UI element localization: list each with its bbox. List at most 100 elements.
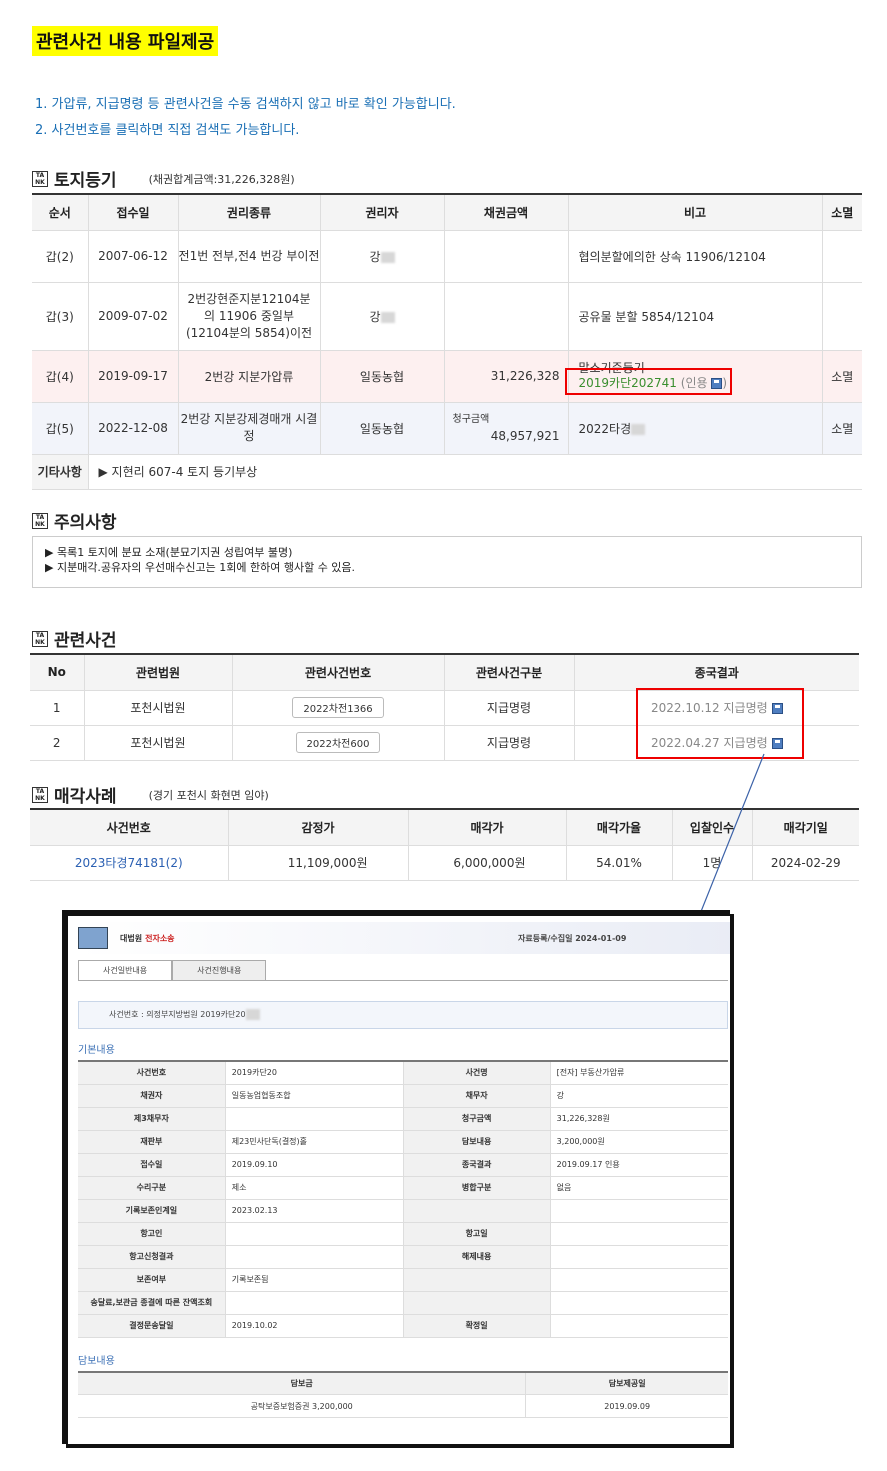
tank-logo-icon: TA NK	[32, 630, 48, 647]
field-value: 강	[550, 1084, 728, 1108]
cell-no: 갑(5)	[32, 402, 89, 455]
cell-kind: 2번강 지분가압류	[178, 350, 321, 403]
field-value: 일동농업협동조합	[225, 1084, 404, 1108]
table-row: 수리구분 제소 병합구분 없음	[78, 1176, 728, 1200]
sale-case-link[interactable]: 2023타경74181(2)	[30, 845, 229, 881]
table-row: 항고신청결과 해제내용	[78, 1245, 728, 1269]
col-header: 담보금	[78, 1371, 527, 1395]
field-label: 수리구분	[78, 1176, 226, 1200]
field-value	[550, 1222, 728, 1246]
note-text: 2022타경	[578, 421, 632, 436]
cell-price: 6,000,000원	[408, 845, 567, 881]
cell-amount	[444, 282, 569, 351]
kind-text: 전1번 전부,전4 번강 부이전	[178, 248, 320, 263]
table-row: 결정문송달일 2019.10.02 확정일	[78, 1314, 728, 1338]
cell-date: 2009-07-02	[88, 282, 179, 351]
cell-holder: 일동농협	[320, 402, 445, 455]
field-value: 2023.02.13	[225, 1199, 404, 1223]
table-row: 제3채무자 청구금액 31,226,328원	[78, 1107, 728, 1131]
field-value: 기록보존됨	[225, 1268, 404, 1292]
field-value	[550, 1245, 728, 1269]
tab-general[interactable]: 사건일반내용	[78, 960, 173, 980]
court-tabs: 사건일반내용 사건진행내용	[78, 960, 728, 981]
col-header: 감정가	[228, 809, 409, 846]
col-header: 순서	[32, 194, 89, 231]
cell-note: 공유물 분할 5854/12104	[568, 282, 823, 351]
land-registry-table: 순서 접수일 권리종류 권리자 채권금액 비고 소멸 갑(2) 2007-06-…	[32, 193, 862, 490]
redacted-mark	[380, 311, 395, 323]
tab-progress[interactable]: 사건진행내용	[172, 960, 267, 980]
highlight-box	[565, 368, 732, 395]
case-number-button[interactable]: 2022차전1366	[292, 697, 384, 718]
field-label: 기록보존인계일	[78, 1199, 226, 1223]
col-header: 비고	[568, 194, 823, 231]
cell-amount: 31,226,328	[444, 350, 569, 403]
etc-value: ▶ 지현리 607-4 토지 등기부상	[88, 454, 862, 490]
col-header: 매각가율	[566, 809, 673, 846]
cell-no: 갑(2)	[32, 230, 89, 283]
holder-text: 강	[369, 309, 381, 324]
col-header: 관련법원	[84, 654, 233, 691]
redacted-mark	[245, 1009, 260, 1020]
field-label: 종국결과	[403, 1153, 551, 1177]
cell-court: 포천시법원	[84, 725, 233, 761]
field-label: 해제내용	[403, 1245, 551, 1269]
col-header: 매각가	[408, 809, 567, 846]
field-value	[550, 1268, 728, 1292]
field-label: 사건번호	[78, 1061, 226, 1085]
col-header: 권리자	[320, 194, 445, 231]
table-row: 재판부 제23민사단독(결정)홀 담보내용 3,200,000원	[78, 1130, 728, 1154]
case-line: 사건번호 : 의정부지방법원 2019카단20	[78, 1001, 728, 1029]
land-subtotal: (채권합계금액:31,226,328원)	[148, 172, 295, 186]
field-label: 재판부	[78, 1130, 226, 1154]
field-label: 항고일	[403, 1222, 551, 1246]
table-row: 보존여부 기록보존됨	[78, 1268, 728, 1292]
field-label	[403, 1268, 551, 1292]
field-value: 2019.09.17 인용	[550, 1153, 728, 1177]
cell-no: 1	[30, 690, 85, 726]
amount-value: 48,957,921	[490, 429, 560, 443]
case-number-button[interactable]: 2022차전600	[295, 732, 381, 753]
col-header: 접수일	[88, 194, 179, 231]
cell-no: 2	[30, 725, 85, 761]
field-label: 담보내용	[403, 1130, 551, 1154]
case-line-text: 사건번호 : 의정부지방법원 2019카단20	[109, 1010, 246, 1019]
court-security-table: 담보금 담보제공일 공탁보증보험증권 3,200,000 2019.09.09	[78, 1370, 728, 1418]
land-registry-heading: TA NK 토지등기 (채권합계금액:31,226,328원)	[32, 166, 295, 191]
security-title: 담보내용	[78, 1355, 115, 1367]
field-value	[225, 1291, 404, 1315]
field-label	[403, 1199, 551, 1223]
cell-no: 갑(4)	[32, 350, 89, 403]
cell-note: 협의분할에의한 상속 11906/12104	[568, 230, 823, 283]
cell-ext	[822, 282, 862, 351]
field-label: 결정문송달일	[78, 1314, 226, 1338]
caution-line: ▶ 목록1 토지에 분묘 소재(분묘기지권 성립여부 불명)	[45, 546, 293, 559]
table-row: 항고인 항고일	[78, 1222, 728, 1246]
cell-date: 2019-09-17	[88, 350, 179, 403]
redacted-mark	[631, 423, 646, 435]
field-label: 채권자	[78, 1084, 226, 1108]
field-value: 제23민사단독(결정)홀	[225, 1130, 404, 1154]
field-value: 31,226,328원	[550, 1107, 728, 1131]
cell-case: 2022차전1366	[232, 690, 445, 726]
table-row: 기타사항 ▶ 지현리 607-4 토지 등기부상	[32, 454, 862, 490]
section-title: 매각사례	[54, 787, 117, 807]
field-value	[550, 1314, 728, 1338]
field-label: 확정일	[403, 1314, 551, 1338]
sales-subtitle: (경기 포천시 화현면 임야)	[148, 788, 269, 802]
court-brand: 대법원	[120, 933, 143, 943]
cell-kind: 전1번 전부,전4 번강 부이전	[178, 230, 321, 283]
table-row: 갑(2) 2007-06-12 전1번 전부,전4 번강 부이전 강 협의분할에…	[32, 230, 862, 283]
related-heading: TA NK 관련사건	[32, 626, 117, 651]
cell-type: 지급명령	[444, 725, 575, 761]
cell-holder: 강	[320, 230, 445, 283]
cell-appraisal: 11,109,000원	[228, 845, 409, 881]
cell-no: 갑(3)	[32, 282, 89, 351]
col-header: No	[30, 654, 85, 691]
cell-date: 2019.09.09	[525, 1394, 728, 1418]
cell-kind: 2번강현준지분12104분의 11906 중일부(12104분의 5854)이전	[178, 282, 321, 351]
table-row: 기록보존인계일 2023.02.13	[78, 1199, 728, 1223]
cell-note: 2022타경	[568, 402, 823, 455]
court-brand-red: 전자소송	[145, 933, 175, 943]
cell-case: 2022차전600	[232, 725, 445, 761]
